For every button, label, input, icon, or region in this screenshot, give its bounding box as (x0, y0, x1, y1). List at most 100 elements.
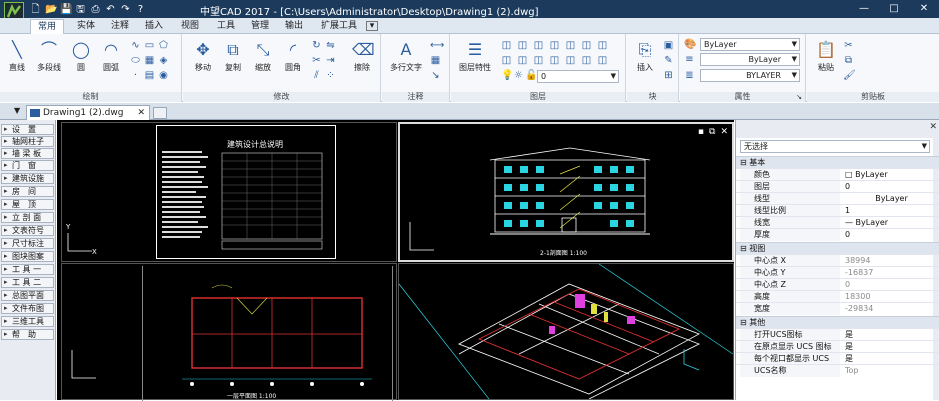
linetype-dropdown[interactable]: ByLayer ▼ (700, 53, 800, 66)
mirror-icon[interactable]: ⇋ (325, 40, 336, 51)
tab-tools[interactable]: 工具 (212, 19, 240, 34)
ellipse-icon[interactable]: ⬭ (130, 55, 141, 66)
viewport-top-right[interactable]: ▪ ⧉ ✕ 2-1剖面图 1:100 (398, 122, 734, 262)
layer-lock-icon[interactable]: ◫ (581, 40, 592, 51)
layer-on-icon[interactable]: ◫ (581, 55, 592, 66)
prop-row[interactable]: 中心点 X 38994 (736, 254, 939, 267)
offset-icon[interactable]: ⫽ (311, 70, 322, 81)
open-folder-icon[interactable]: 📂 (45, 4, 57, 15)
point-icon[interactable]: · (130, 70, 141, 81)
array-icon[interactable]: ⁘ (325, 70, 336, 81)
layer-unisolate-icon[interactable]: ◫ (549, 55, 560, 66)
color-dropdown[interactable]: ByLayer ▼ (700, 38, 800, 51)
sidebar-item-roof[interactable]: 屋 顶 (1, 199, 54, 210)
ribbon-minimize-dropdown[interactable]: ▾ (366, 21, 378, 31)
new-file-icon[interactable]: 🗋 (30, 4, 41, 15)
layer-walk-icon[interactable]: ◫ (501, 55, 512, 66)
paste-tool[interactable]: 📋 粘贴 (811, 40, 841, 73)
prop-row[interactable]: 线型 ByLayer (736, 192, 939, 205)
section-basic[interactable]: ⊟ 基本 (736, 156, 939, 168)
copy-clip-icon[interactable]: ⧉ (843, 55, 854, 66)
circle-tool[interactable]: ◯ 圆 (68, 40, 94, 73)
sidebar-item-axis-grid[interactable]: 轴网柱子 (1, 136, 54, 147)
copy-tool[interactable]: ⧉ 复制 (219, 40, 247, 73)
prop-row[interactable]: 打开UCS图标是 (736, 328, 939, 341)
sidebar-item-rooms[interactable]: 房 间 (1, 186, 54, 197)
prop-row[interactable]: 线宽 — ByLayer (736, 216, 939, 229)
drawing-area[interactable]: 建筑设计总说明 Y X ▪ ⧉ ✕ 2-1剖面图 1:100 一层平面图 1:1… (57, 120, 734, 401)
layer-match-icon[interactable]: ◫ (597, 40, 608, 51)
selection-dropdown[interactable]: 无选择 ▼ (740, 140, 930, 153)
close-button[interactable]: ✕ (909, 0, 939, 18)
maximize-button[interactable]: □ (879, 0, 909, 18)
layer-delete-icon[interactable]: ◫ (533, 55, 544, 66)
save-icon[interactable]: 💾 (60, 4, 72, 15)
sidebar-item-doors[interactable]: 门 窗 (1, 160, 54, 171)
new-tab-button[interactable] (153, 107, 167, 119)
document-tab[interactable]: Drawing1 (2).dwg ✕ (26, 105, 150, 120)
save-as-icon[interactable]: 🖫 (75, 4, 86, 15)
layer-thaw-icon[interactable]: ◫ (565, 55, 576, 66)
sidebar-item-tools-1[interactable]: 工 具 一 (1, 264, 54, 275)
tab-extension-tools[interactable]: 扩展工具 (316, 19, 362, 34)
redo-icon[interactable]: ↷ (120, 4, 131, 15)
rectangle-icon[interactable]: ▭ (144, 40, 155, 51)
prop-row[interactable]: 高度 18300 (736, 290, 939, 303)
line-tool[interactable]: ╲ 直线 (4, 40, 30, 73)
viewport-minimize-icon[interactable]: ▪ (698, 127, 704, 137)
sidebar-item-elevation[interactable]: 立 剖 面 (1, 212, 54, 223)
prop-row[interactable]: 宽度 -29834 (736, 302, 939, 315)
sidebar-item-layout[interactable]: 文件布图 (1, 303, 54, 314)
sidebar-item-walls[interactable]: 墙 梁 板 (1, 148, 54, 159)
create-block-icon[interactable]: ▣ (663, 40, 674, 51)
lock-icon[interactable]: 🔓 (525, 70, 537, 81)
sidebar-item-symbols[interactable]: 文表符号 (1, 225, 54, 236)
sidebar-item-facilities[interactable]: 建筑设施 (1, 173, 54, 184)
layer-off-icon[interactable]: ◫ (565, 40, 576, 51)
boundary-icon[interactable]: ▤ (144, 70, 155, 81)
viewport-close-icon[interactable]: ✕ (720, 127, 728, 137)
trim-icon[interactable]: ✂ (311, 55, 322, 66)
polyline-tool[interactable]: ⌒ 多段线 (34, 40, 64, 73)
sidebar-item-tools-2[interactable]: 工 具 二 (1, 277, 54, 288)
arc-tool[interactable]: ◠ 圆弧 (98, 40, 124, 73)
block-attribute-icon[interactable]: ⊞ (663, 70, 674, 81)
sidebar-item-blocks[interactable]: 图块图案 (1, 251, 54, 262)
lightbulb-icon[interactable]: 💡 (501, 70, 513, 81)
sun-icon[interactable]: ☼ (513, 70, 524, 81)
sidebar-item-dimensions[interactable]: 尺寸标注 (1, 238, 54, 249)
sidebar-item-settings[interactable]: 设 置 (1, 124, 54, 135)
lineweight-dropdown[interactable]: BYLAYER ▼ (700, 69, 800, 82)
section-other[interactable]: ⊟ 其他 (736, 316, 939, 328)
tab-insert[interactable]: 插入 (140, 19, 168, 34)
match-brush-icon[interactable]: 🖌 (843, 70, 856, 81)
scale-tool[interactable]: ⤡ 缩放 (249, 40, 277, 73)
sidebar-item-3d-tools[interactable]: 三维工具 (1, 316, 54, 327)
close-tab-button[interactable]: ✕ (137, 106, 145, 120)
print-icon[interactable]: ⎙ (90, 4, 101, 15)
prop-row[interactable]: 线型比例 1 (736, 204, 939, 217)
layer-unlock-icon[interactable]: ◫ (597, 55, 608, 66)
polygon-icon[interactable]: ⬠ (158, 40, 169, 51)
tab-home[interactable]: 常用 (30, 19, 64, 34)
insert-block-tool[interactable]: ⎘ 插入 (631, 40, 659, 73)
layer-previous-icon[interactable]: ◫ (517, 40, 528, 51)
viewport-bottom-right[interactable] (398, 263, 734, 400)
prop-row[interactable]: UCS名称 Top (736, 364, 939, 377)
rotate-icon[interactable]: ↻ (311, 40, 322, 51)
fillet-tool[interactable]: ◜ 圆角 (279, 40, 307, 73)
move-tool[interactable]: ✥ 移动 (189, 40, 217, 73)
extend-icon[interactable]: ⇥ (325, 55, 336, 66)
viewport-bottom-left[interactable]: 一层平面图 1:100 (61, 263, 397, 401)
tab-solid[interactable]: 实体 (72, 19, 100, 34)
section-view[interactable]: ⊟ 视图 (736, 242, 939, 254)
erase-tool[interactable]: ⌫ 擦除 (347, 40, 377, 73)
layer-freeze-icon[interactable]: ◫ (549, 40, 560, 51)
prop-row[interactable]: 厚度 0 (736, 228, 939, 241)
tab-view[interactable]: 视图 (176, 19, 204, 34)
tab-annotate[interactable]: 注释 (106, 19, 134, 34)
prop-row[interactable]: 中心点 Y -16837 (736, 266, 939, 279)
tab-menu-icon[interactable]: ▼ (14, 106, 20, 115)
minimize-button[interactable]: — (849, 0, 879, 18)
edit-block-icon[interactable]: ✎ (663, 55, 674, 66)
